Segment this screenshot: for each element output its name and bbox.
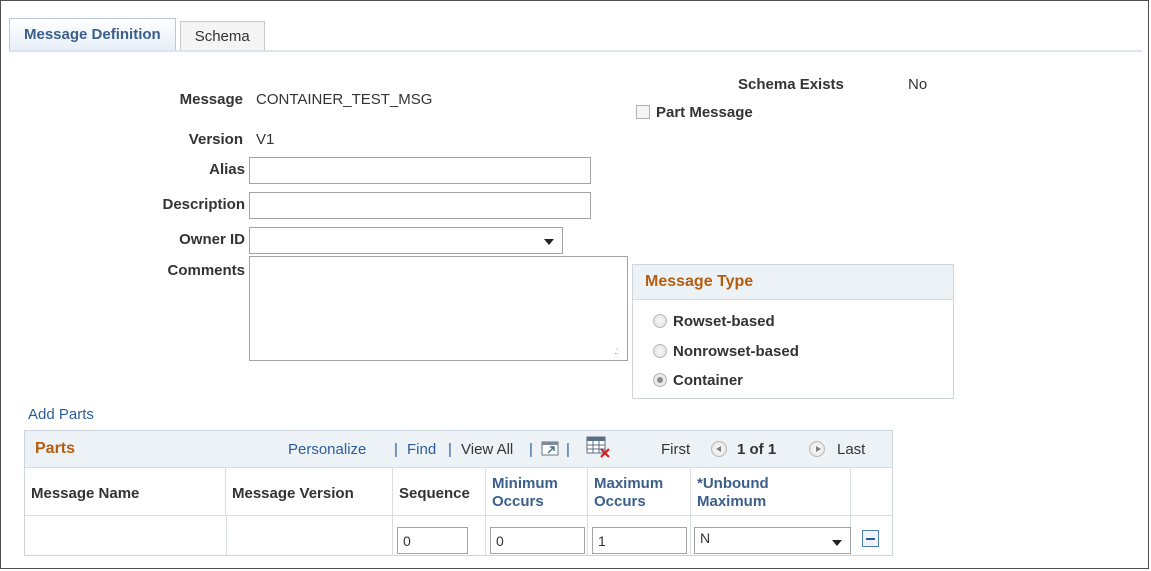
page-indicator: 1 of 1 xyxy=(737,441,777,458)
cell-divider xyxy=(690,516,691,555)
message-type-title: Message Type xyxy=(633,265,953,300)
separator: | xyxy=(448,441,452,458)
last-label[interactable]: Last xyxy=(837,441,865,458)
tab-schema[interactable]: Schema xyxy=(179,21,265,51)
column-header-text: Message Name xyxy=(31,485,140,502)
resize-grip-icon[interactable]: .: xyxy=(614,346,618,357)
column-header-text: Message Version xyxy=(232,485,354,502)
tab-message-definition[interactable]: Message Definition xyxy=(9,18,176,51)
radio-row-rowset[interactable]: Rowset-based xyxy=(653,310,775,332)
version-label: Version xyxy=(188,131,243,148)
sequence-input[interactable] xyxy=(397,527,468,554)
chevron-down-icon[interactable] xyxy=(544,239,554,245)
column-header-message-name: Message Name xyxy=(25,467,226,515)
radio-row-nonrowset[interactable]: Nonrowset-based xyxy=(653,340,799,362)
radio-row-container[interactable]: Container xyxy=(653,369,743,391)
cell-divider xyxy=(485,516,486,555)
unbound-maximum-select[interactable]: N xyxy=(694,527,851,554)
personalize-link[interactable]: Personalize xyxy=(288,441,366,458)
radio-label-rowset: Rowset-based xyxy=(673,312,775,330)
column-header-message-version: Message Version xyxy=(226,467,393,515)
part-message-label: Part Message xyxy=(656,104,753,121)
cell-divider xyxy=(226,516,227,555)
radio-rowset-based[interactable] xyxy=(653,314,667,328)
column-header-minimum-occurs: Minimum Occurs xyxy=(486,467,588,515)
message-value: CONTAINER_TEST_MSG xyxy=(256,91,433,108)
unbound-maximum-value: N xyxy=(700,530,711,546)
radio-container[interactable] xyxy=(653,373,667,387)
grid-title-bar: Parts Personalize | Find | View All | | … xyxy=(25,431,892,468)
separator: | xyxy=(529,441,533,458)
schema-exists-value: No xyxy=(908,76,928,93)
tab-divider xyxy=(9,50,1142,52)
parts-grid: Parts Personalize | Find | View All | | … xyxy=(24,430,893,556)
column-header-text: Occurs xyxy=(492,493,544,510)
column-header-unbound-maximum: *Unbound Maximum xyxy=(691,467,851,515)
radio-label-container: Container xyxy=(673,371,744,389)
column-header-text: Sequence xyxy=(399,485,470,502)
column-header-text: Occurs xyxy=(594,493,646,510)
cell-divider xyxy=(587,516,588,555)
delete-row-button[interactable] xyxy=(862,530,879,547)
column-header-text: *Unbound xyxy=(697,475,769,492)
find-link[interactable]: Find xyxy=(407,441,436,458)
radio-nonrowset-based[interactable] xyxy=(653,344,667,358)
column-header-text: Minimum xyxy=(492,475,558,492)
chevron-down-icon[interactable] xyxy=(832,540,842,546)
comments-label: Comments xyxy=(167,262,245,279)
maximum-occurs-input[interactable] xyxy=(592,527,687,554)
description-label: Description xyxy=(162,196,245,213)
column-header-text: Maximum xyxy=(594,475,664,492)
tab-bar: Message Definition Schema xyxy=(9,18,269,51)
next-row-icon[interactable] xyxy=(809,441,825,457)
owner-id-select[interactable] xyxy=(249,227,563,254)
grid-title: Parts xyxy=(35,440,76,457)
cell-divider xyxy=(392,516,393,555)
schema-exists-label: Schema Exists xyxy=(738,76,844,93)
part-message-checkbox[interactable] xyxy=(636,105,650,119)
view-all-link[interactable]: View All xyxy=(461,441,513,458)
download-to-excel-icon[interactable] xyxy=(585,435,611,459)
separator: | xyxy=(566,441,570,458)
first-label[interactable]: First xyxy=(661,441,690,458)
previous-row-icon[interactable] xyxy=(711,441,727,457)
column-header-sequence: Sequence xyxy=(393,467,486,515)
message-type-group: Message Type Rowset-based Nonrowset-base… xyxy=(632,264,954,399)
minimum-occurs-input[interactable] xyxy=(490,527,585,554)
radio-label-nonrowset: Nonrowset-based xyxy=(673,342,799,360)
comments-textarea[interactable] xyxy=(249,256,628,361)
message-label: Message xyxy=(179,91,243,108)
add-parts-link[interactable]: Add Parts xyxy=(28,406,94,423)
version-value: V1 xyxy=(256,131,275,148)
owner-id-label: Owner ID xyxy=(179,231,245,248)
separator: | xyxy=(394,441,398,458)
description-input[interactable] xyxy=(249,192,591,219)
column-header-maximum-occurs: Maximum Occurs xyxy=(588,467,691,515)
zoom-window-icon[interactable] xyxy=(541,439,561,457)
header-row-separator xyxy=(25,515,892,516)
alias-input[interactable] xyxy=(249,157,591,184)
column-header-text: Maximum xyxy=(697,493,767,510)
alias-label: Alias xyxy=(209,161,245,178)
